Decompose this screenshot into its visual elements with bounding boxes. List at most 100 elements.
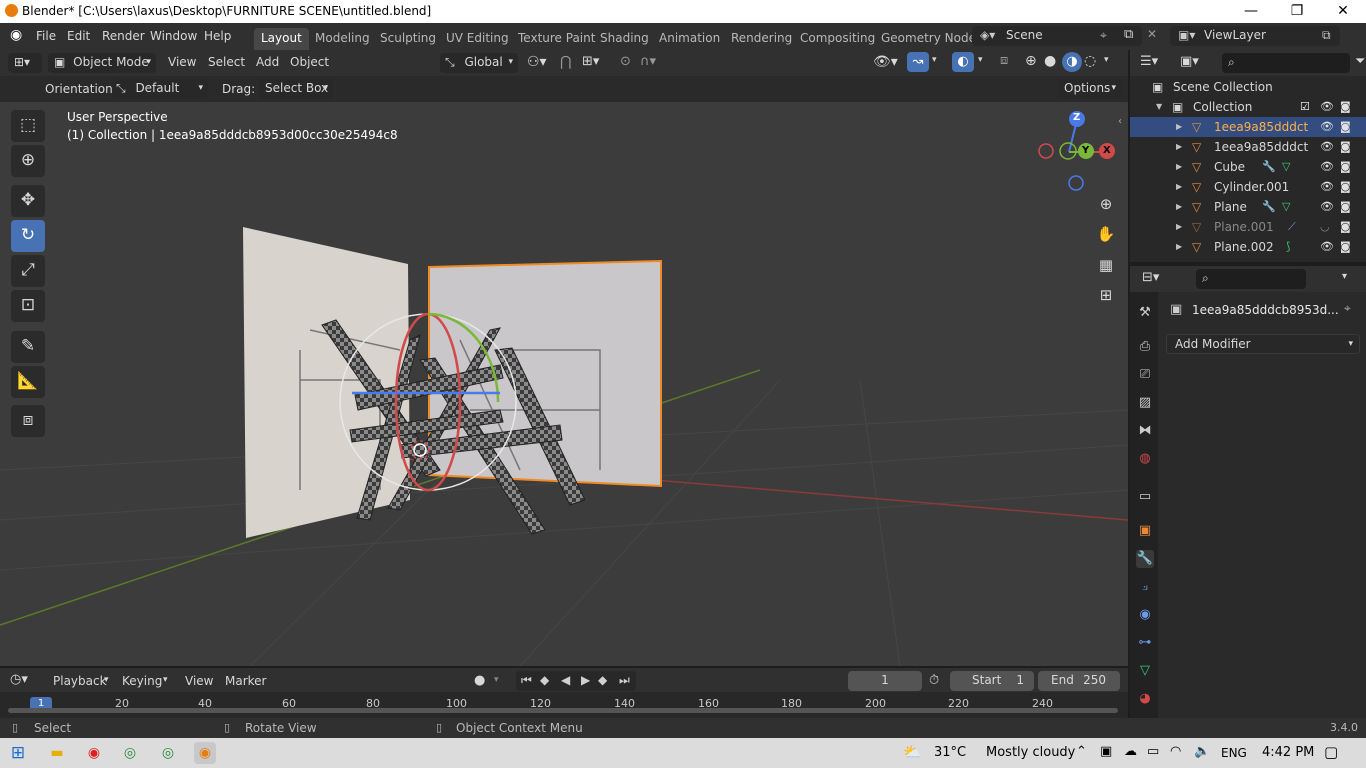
prev-keyframe-icon[interactable]: ◆	[540, 673, 549, 687]
maximize-button[interactable]: ❐	[1274, 0, 1320, 23]
windows-start-icon[interactable]: ⊞	[7, 742, 29, 764]
collapse-triangle-icon[interactable]: ▶	[1176, 217, 1182, 237]
outliner-row-collection[interactable]: ▼ ▣ Collection ☑ 👁 ◙	[1130, 97, 1366, 117]
record-icon[interactable]: ●	[474, 673, 485, 688]
material-shading-icon[interactable]: ◑	[1062, 52, 1082, 72]
chevron-down-icon[interactable]: ▾	[932, 55, 937, 65]
play-icon[interactable]: ▶	[581, 673, 590, 687]
marker-menu[interactable]: Marker	[225, 674, 266, 688]
end-frame-field[interactable]: End 250	[1038, 671, 1120, 691]
jump-start-icon[interactable]: ⏮	[521, 673, 532, 688]
start-frame-field[interactable]: Start 1	[950, 671, 1034, 691]
properties-search-input[interactable]: ⌕	[1196, 269, 1306, 289]
viewport-menu-add[interactable]: Add	[256, 55, 279, 69]
camera-icon[interactable]: ◙	[1340, 157, 1351, 177]
camera-icon[interactable]: ◙	[1340, 197, 1351, 217]
curve-icon[interactable]: ⟋	[1288, 217, 1296, 237]
navigation-gizmo[interactable]: Z Y X	[1036, 110, 1120, 194]
outliner-row-object[interactable]: ▶ ▽ Cube 🔧 ▽ 👁 ◙	[1130, 157, 1366, 177]
object-mode-dropdown[interactable]: ▣ Object Mode ▾	[48, 53, 156, 73]
chevron-down-icon[interactable]: ▾	[494, 675, 499, 685]
tab-compositing[interactable]: Compositing	[793, 28, 882, 50]
outliner-editor-icon[interactable]: ☰▾	[1140, 54, 1158, 69]
solid-shading-icon[interactable]: ●	[1044, 53, 1056, 69]
cursor-tool[interactable]: ⊕	[11, 145, 45, 177]
scene-selector[interactable]: ◈▾ Scene ⌖	[972, 26, 1142, 46]
tab-geometry-nodes[interactable]: Geometry Node	[874, 28, 983, 50]
menu-help[interactable]: Help	[204, 29, 231, 43]
chrome-icon[interactable]: ◎	[119, 742, 141, 764]
wifi-icon[interactable]: ◠	[1170, 744, 1181, 759]
measure-tool[interactable]: 📐	[11, 366, 45, 398]
scene-tab-icon[interactable]: ⧓	[1136, 422, 1154, 440]
editor-type-button[interactable]: ⊞▾	[8, 53, 42, 73]
options-dropdown[interactable]: Options ▾	[1057, 79, 1121, 99]
pin-icon[interactable]: ⌖	[1344, 301, 1351, 316]
collapse-triangle-icon[interactable]: ▶	[1176, 117, 1182, 137]
pan-button[interactable]: ✋	[1093, 222, 1119, 248]
collapse-triangle-icon[interactable]: ▶	[1176, 137, 1182, 157]
render-tab-icon[interactable]: ⎙	[1136, 338, 1154, 356]
close-button[interactable]: ✕	[1320, 0, 1366, 23]
annotate-tool[interactable]: ✎	[11, 331, 45, 363]
tab-modeling[interactable]: Modeling	[308, 28, 377, 50]
zoom-button[interactable]: ⊕	[1093, 192, 1119, 218]
outliner-row-object[interactable]: ▶ ▽ Cylinder.001 👁 ◙	[1130, 177, 1366, 197]
viewlayer-selector[interactable]: ▣▾ ViewLayer ⧉	[1170, 26, 1340, 46]
menu-render[interactable]: Render	[102, 29, 145, 43]
rendered-shading-icon[interactable]: ◌	[1084, 53, 1096, 69]
menu-window[interactable]: Window	[150, 29, 197, 43]
add-modifier-dropdown[interactable]: Add Modifier ▾	[1166, 334, 1360, 354]
3d-viewport[interactable]: ⊞▾ ▣ Object Mode ▾ View Select Add Objec…	[0, 50, 1128, 666]
curve-data-icon[interactable]: ⟆	[1286, 237, 1290, 257]
next-keyframe-icon[interactable]: ◆	[598, 673, 607, 687]
viewport-menu-object[interactable]: Object	[290, 55, 329, 69]
outliner-row-scene-collection[interactable]: ▣ Scene Collection	[1130, 77, 1366, 97]
eye-icon[interactable]: 👁	[1320, 117, 1334, 137]
mesh-data-icon[interactable]: ▽	[1282, 197, 1290, 217]
clock[interactable]: 4:42 PM	[1262, 745, 1314, 760]
mesh-data-icon[interactable]: ▽	[1282, 157, 1290, 177]
tab-sculpting[interactable]: Sculpting	[373, 28, 443, 50]
timeline-view-menu[interactable]: View	[185, 674, 213, 688]
wrench-icon[interactable]: 🔧	[1262, 157, 1276, 177]
eye-icon[interactable]: 👁	[1320, 137, 1334, 157]
view-layer-tab-icon[interactable]: ▨	[1136, 394, 1154, 412]
eye-icon[interactable]: 👁	[1320, 237, 1334, 257]
eye-icon[interactable]: 👁	[1320, 177, 1334, 197]
eye-icon[interactable]: 👁	[1320, 157, 1334, 177]
timeline-editor-icon[interactable]: ◷▾	[10, 672, 28, 687]
file-explorer-icon[interactable]: ▬	[46, 742, 68, 764]
pivot-point-icon[interactable]: ⚇▾	[527, 54, 547, 70]
ortho-toggle-button[interactable]: ⊞	[1093, 283, 1119, 309]
falloff-icon[interactable]: ∩▾	[640, 54, 656, 69]
constraints-tab-icon[interactable]: ⊶	[1136, 634, 1154, 652]
expand-triangle-icon[interactable]: ▼	[1156, 97, 1162, 117]
current-frame-field[interactable]: 1	[848, 671, 922, 691]
chevron-down-icon[interactable]: ▾	[1342, 271, 1347, 282]
timeline-scrollbar[interactable]	[8, 708, 1118, 713]
tray-app-icon[interactable]: ▣	[1100, 744, 1112, 759]
stopwatch-icon[interactable]: ⏱	[929, 673, 939, 688]
tray-chevron-up-icon[interactable]: ⌃	[1076, 744, 1087, 759]
orientation-dropdown[interactable]: ⤡ Default ▾	[112, 79, 208, 99]
wireframe-shading-icon[interactable]: ⊕	[1025, 53, 1037, 69]
chevron-down-icon[interactable]: ▾	[978, 55, 983, 65]
camera-icon[interactable]: ◙	[1340, 137, 1351, 157]
viewport-menu-select[interactable]: Select	[208, 55, 245, 69]
media-player-icon[interactable]: ◉	[83, 742, 105, 764]
scale-tool[interactable]: ⤢	[11, 255, 45, 287]
data-tab-icon[interactable]: ▽	[1136, 662, 1154, 680]
viewport-menu-view[interactable]: View	[168, 55, 196, 69]
tab-shading[interactable]: Shading	[593, 28, 656, 50]
snap-icon[interactable]: ⋂	[560, 54, 571, 70]
camera-icon[interactable]: ◙	[1340, 117, 1351, 137]
camera-icon[interactable]: ◙	[1340, 97, 1351, 117]
cloud-icon[interactable]: ☁	[1124, 744, 1137, 759]
overlays-icon[interactable]: ◐	[952, 52, 974, 72]
drag-dropdown[interactable]: Select Box ▾	[259, 79, 333, 99]
volume-icon[interactable]: 🔈	[1194, 744, 1210, 759]
playback-menu[interactable]: Playback	[53, 674, 107, 688]
blender-menu-icon[interactable]: ◉	[10, 27, 22, 43]
properties-editor-icon[interactable]: ⊟▾	[1142, 270, 1159, 285]
